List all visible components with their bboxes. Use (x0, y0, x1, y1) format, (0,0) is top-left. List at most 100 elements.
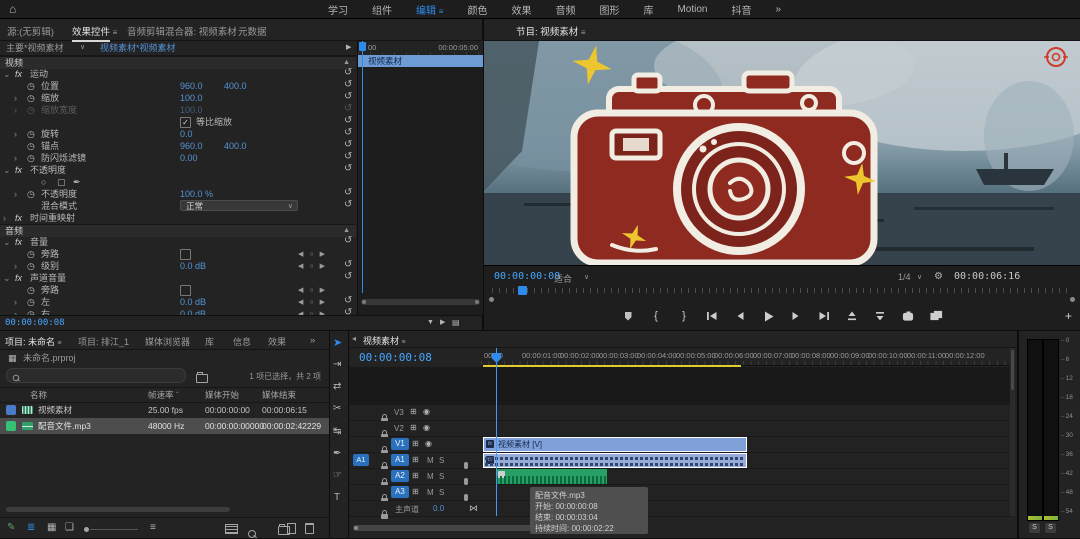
track-target-a2[interactable]: A2 (391, 470, 409, 482)
sort-options-button[interactable]: ≡ (150, 522, 156, 533)
group-row-channel-volume[interactable]: ⌄fx声道音量↺ (0, 272, 356, 284)
label-color-chip[interactable] (6, 405, 16, 415)
settings-wrench-icon[interactable]: ⚙ (934, 271, 943, 282)
zoom-level-select[interactable]: 适合 (554, 272, 572, 285)
sync-lock-icon[interactable]: ⊞ (412, 471, 419, 480)
param-row-bypass[interactable]: ◷旁路◀○▶ (0, 248, 356, 260)
expander-icon[interactable]: ⌄ (3, 68, 11, 80)
track-target-a3[interactable]: A3 (391, 486, 409, 498)
tab-program-monitor[interactable]: 节目: 视频素材 ≡ (516, 24, 586, 38)
tab-effect-controls[interactable]: 效果控件 ≡ (72, 24, 117, 38)
icon-view-button[interactable]: ▦ (47, 522, 56, 533)
new-item-button[interactable] (287, 523, 296, 534)
anti-flicker-value[interactable]: 0.00 (180, 152, 198, 164)
stopwatch-icon[interactable]: ◷ (27, 248, 35, 260)
tab-project-2[interactable]: 项目: 排江_1 (78, 335, 129, 348)
step-back-button[interactable] (732, 309, 748, 323)
mark-in-button[interactable]: { (648, 309, 664, 323)
project-h-scrollbar[interactable] (6, 507, 230, 512)
timeline-ruler[interactable]: 00:00 00:00:01:00 00:00:02:00 00:00:03:0… (481, 348, 1011, 366)
stopwatch-icon[interactable]: ◷ (27, 188, 35, 200)
column-name[interactable]: 名称 (30, 388, 47, 402)
bypass-checkbox[interactable] (180, 285, 191, 296)
stopwatch-icon[interactable]: ◷ (27, 308, 35, 315)
opacity-value[interactable]: 100.0 % (180, 188, 213, 200)
column-media-end[interactable]: 媒体结束 (262, 388, 296, 402)
ellipse-mask-icon[interactable]: ○ (41, 176, 46, 188)
stopwatch-icon[interactable]: ◷ (27, 80, 35, 92)
project-writable-icon[interactable]: ✎ (7, 522, 15, 533)
tab-sequence[interactable]: 视频素材 ≡ (363, 334, 406, 347)
scrollbar-handle-right[interactable] (475, 300, 479, 304)
solo-button[interactable]: S (439, 456, 444, 465)
track-target-a1[interactable]: A1 (391, 454, 409, 466)
solo-right-button[interactable]: S (1045, 523, 1056, 533)
source-patch-a1[interactable]: A1 (353, 454, 369, 466)
program-scrub-bar[interactable] (492, 288, 1072, 293)
extract-button[interactable] (872, 309, 888, 323)
hand-tool[interactable]: ☞ (333, 470, 342, 481)
tab-effects[interactable]: 效果 (268, 335, 286, 348)
mini-h-scrollbar[interactable] (361, 299, 480, 305)
track-label[interactable]: V2 (394, 424, 404, 433)
pen-mask-icon[interactable]: ✒ (73, 176, 81, 188)
clear-button[interactable] (305, 523, 314, 534)
solo-left-button[interactable]: S (1029, 523, 1040, 533)
zoom-handle-right[interactable] (1070, 297, 1075, 302)
lock-icon[interactable] (381, 514, 388, 519)
master-chevron-icon[interactable]: ∨ (80, 41, 85, 55)
bypass-checkbox[interactable] (180, 249, 191, 260)
group-row-time-remap[interactable]: ›fx时间重映射 (0, 212, 356, 224)
voiceover-mic-icon[interactable] (464, 462, 468, 469)
reset-icon[interactable]: ↺ (344, 79, 352, 91)
stopwatch-icon[interactable]: ◷ (27, 296, 35, 308)
workspace-tab-douyin[interactable]: 抖音 (731, 2, 751, 17)
param-row-position[interactable]: ◷位置960.0400.0↺ (0, 80, 356, 92)
mini-ruler[interactable]: 00 00:00:05:00 (358, 41, 483, 56)
workspace-tab-audio[interactable]: 音频 (555, 2, 575, 17)
play-audio-icon[interactable]: ▶ (440, 316, 445, 330)
eye-icon[interactable]: ◉ (425, 439, 432, 448)
tab-media-browser[interactable]: 媒体浏览器 (145, 335, 190, 348)
right-value[interactable]: 0.0 dB (180, 308, 206, 315)
panel-options-icon[interactable]: ▤ (452, 316, 460, 330)
label-color-chip[interactable] (6, 421, 16, 431)
track-v3[interactable]: V3 ⊞ ◉ (349, 405, 1011, 420)
comparison-view-button[interactable] (928, 309, 944, 323)
type-tool[interactable]: T (334, 492, 340, 503)
go-to-out-button[interactable] (816, 309, 832, 323)
eye-icon[interactable]: ◉ (423, 423, 430, 432)
group-row-motion[interactable]: ⌄fx运动↺ (0, 68, 356, 80)
mute-button[interactable]: M (427, 456, 434, 465)
workspace-tab-editing[interactable]: 编辑 ≡ (416, 2, 443, 17)
filter-properties-icon[interactable]: ▼ (427, 316, 434, 330)
track-target-v1[interactable]: V1 (391, 438, 409, 450)
step-forward-button[interactable] (788, 309, 804, 323)
button-editor-plus[interactable]: + (1065, 309, 1072, 323)
lift-button[interactable] (844, 309, 860, 323)
tab-overflow-icon[interactable]: » (310, 335, 315, 346)
scrollbar-handle-left[interactable] (362, 300, 366, 304)
track-v1[interactable]: V1 ⊞ ◉ fx 视频素材 [V] (349, 437, 1011, 452)
export-frame-button[interactable] (900, 309, 916, 323)
position-y-value[interactable]: 400.0 (224, 80, 247, 92)
ec-playhead-timecode[interactable]: 00:00:00:08 (5, 316, 65, 330)
level-value[interactable]: 0.0 dB (180, 260, 206, 272)
left-value[interactable]: 0.0 dB (180, 296, 206, 308)
mute-button[interactable]: M (427, 472, 434, 481)
scrollbar-thumb[interactable] (1011, 350, 1014, 390)
workspace-menu-icon[interactable]: ≡ (439, 7, 444, 16)
param-row-uniform-scale[interactable]: ✓等比缩放↺ (0, 116, 356, 128)
automate-to-sequence-button[interactable] (225, 524, 238, 534)
mini-playhead[interactable] (362, 41, 363, 293)
stopwatch-icon[interactable]: ◷ (27, 284, 35, 296)
program-timecode[interactable]: 00:00:00:08 (494, 271, 560, 282)
voiceover-mic-icon[interactable] (464, 494, 468, 501)
playback-resolution-select[interactable]: 1/4 (898, 272, 911, 282)
param-row-right[interactable]: ›◷右0.0 dB◀○▶↺ (0, 308, 356, 315)
clip-voice[interactable] (496, 469, 607, 484)
mark-out-button[interactable]: } (676, 309, 692, 323)
play-button[interactable] (760, 309, 776, 323)
eye-icon[interactable]: ◉ (423, 407, 430, 416)
solo-button[interactable]: S (439, 488, 444, 497)
